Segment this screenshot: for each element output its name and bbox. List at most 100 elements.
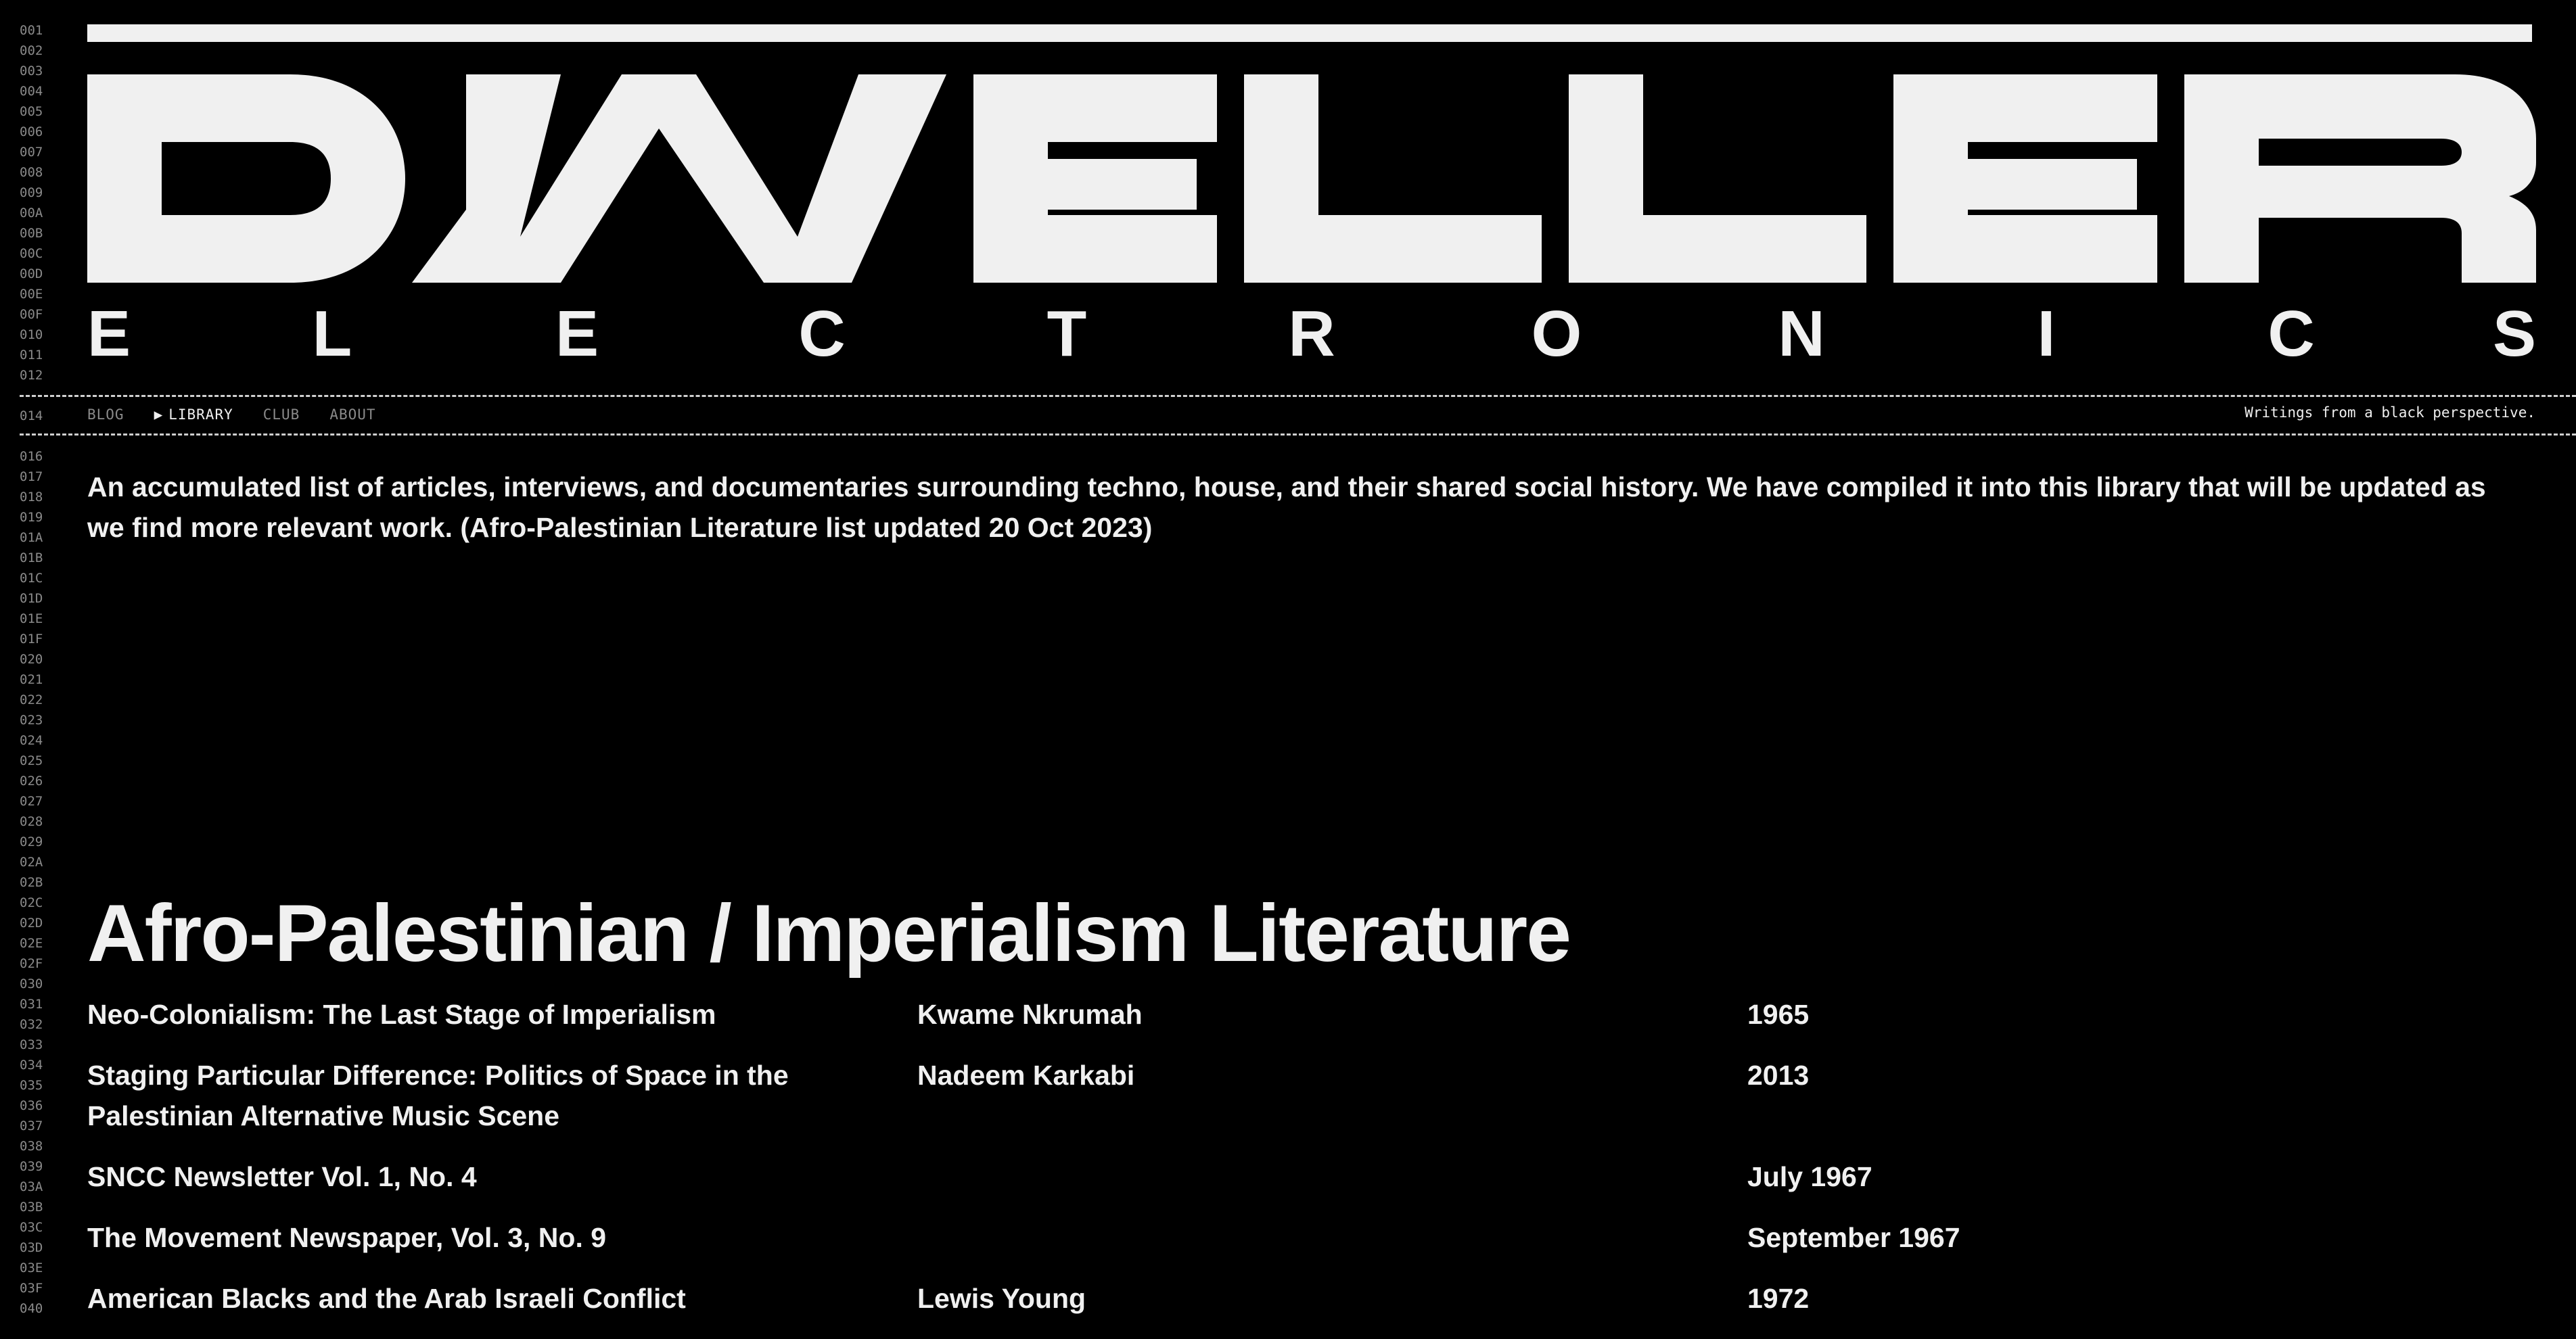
entry-title[interactable]: Staging Particular Difference: Politics … — [87, 1055, 917, 1136]
main-nav: BLOG ▶ LIBRARY CLUB ABOUT — [87, 403, 376, 426]
library-row[interactable]: Staging Particular Difference: Politics … — [87, 1055, 2523, 1136]
line-number: 032 — [20, 1017, 43, 1032]
library-row[interactable]: American Blacks and the Arab Israeli Con… — [87, 1278, 2523, 1319]
library-intro-text: An accumulated list of articles, intervi… — [87, 471, 2486, 543]
line-number: 00B — [20, 226, 43, 241]
logo-letter: C — [2268, 303, 2314, 357]
library-table: Neo-Colonialism: The Last Stage of Imper… — [87, 994, 2523, 1339]
line-number: 014 — [20, 408, 43, 423]
line-number: 01B — [20, 550, 43, 565]
nav-divider-top — [20, 395, 2576, 397]
entry-author: Kwame Nkrumah — [917, 999, 1143, 1030]
entry-date: 1965 — [1747, 999, 1810, 1030]
entry-title[interactable]: SNCC Newsletter Vol. 1, No. 4 — [87, 1156, 917, 1197]
line-number: 03F — [20, 1281, 43, 1296]
line-number: 01F — [20, 632, 43, 647]
logo-letter: R — [1288, 303, 1335, 357]
line-number: 022 — [20, 692, 43, 707]
line-number: 02E — [20, 936, 43, 951]
entry-author — [917, 1156, 1747, 1197]
logo-letter: I — [2038, 303, 2056, 357]
dweller-wordmark-logo — [87, 74, 2536, 283]
logo-letter: L — [313, 303, 352, 357]
line-number: 024 — [20, 733, 43, 748]
library-row[interactable]: SNCC Newsletter Vol. 1, No. 4 July 1967 — [87, 1156, 2523, 1197]
site-tagline: Writings from a black perspective. — [2245, 404, 2535, 421]
line-number: 00D — [20, 266, 43, 281]
line-number: 00F — [20, 307, 43, 322]
line-number: 019 — [20, 510, 43, 525]
line-number: 03C — [20, 1220, 43, 1235]
line-number: 03A — [20, 1179, 43, 1194]
line-number: 02B — [20, 875, 43, 890]
line-number: 01C — [20, 571, 43, 586]
line-number: 006 — [20, 124, 43, 139]
line-number: 025 — [20, 753, 43, 768]
line-number: 038 — [20, 1139, 43, 1154]
nav-about[interactable]: ABOUT — [329, 406, 375, 423]
line-number: 028 — [20, 814, 43, 829]
line-number: 033 — [20, 1037, 43, 1052]
entry-author: Lewis Young — [917, 1283, 1086, 1314]
active-marker-icon: ▶ — [154, 406, 164, 423]
entry-date: 2013 — [1747, 1060, 1810, 1091]
line-number: 03B — [20, 1200, 43, 1215]
line-number: 039 — [20, 1159, 43, 1174]
entry-date: July 1967 — [1747, 1161, 1872, 1192]
line-number: 01D — [20, 591, 43, 606]
line-number: 02C — [20, 895, 43, 910]
line-number: 034 — [20, 1058, 43, 1073]
nav-library[interactable]: ▶ LIBRARY — [154, 406, 233, 423]
logo-letter: E — [555, 303, 599, 357]
line-number: 035 — [20, 1078, 43, 1093]
line-number: 026 — [20, 774, 43, 789]
entry-title[interactable]: The Movement Newspaper, Vol. 3, No. 9 — [87, 1217, 917, 1258]
line-number: 008 — [20, 165, 43, 180]
line-number: 036 — [20, 1098, 43, 1113]
line-number: 030 — [20, 977, 43, 991]
section-title: Afro-Palestinian / Imperialism Literatur… — [87, 888, 1571, 979]
line-number: 00C — [20, 246, 43, 261]
nav-divider-bottom — [20, 433, 2576, 436]
line-number: 002 — [20, 43, 43, 58]
line-number: 031 — [20, 997, 43, 1012]
library-row[interactable]: The Movement Newspaper, Vol. 3, No. 9 Se… — [87, 1217, 2523, 1258]
entry-author: Nadeem Karkabi — [917, 1060, 1135, 1091]
line-number: 02D — [20, 916, 43, 931]
line-number: 02A — [20, 855, 43, 870]
logo-letter: O — [1532, 303, 1582, 357]
line-number: 018 — [20, 490, 43, 504]
library-row[interactable]: Neo-Colonialism: The Last Stage of Imper… — [87, 994, 2523, 1035]
line-number — [20, 426, 80, 446]
entry-title[interactable]: Neo-Colonialism: The Last Stage of Imper… — [87, 994, 917, 1035]
entry-date: 1972 — [1747, 1283, 1810, 1314]
line-number: 027 — [20, 794, 43, 809]
line-number: 00E — [20, 287, 43, 302]
nav-library-label: LIBRARY — [168, 406, 233, 423]
line-number: 021 — [20, 672, 43, 687]
logo-letter: T — [1047, 303, 1087, 357]
logo-letter: E — [87, 303, 131, 357]
line-number: 003 — [20, 64, 43, 78]
line-number: 005 — [20, 104, 43, 119]
logo-letter: C — [798, 303, 845, 357]
line-number: 040 — [20, 1301, 43, 1316]
electronics-subtitle-logo: ELECTRONICS — [87, 303, 2536, 357]
line-number: 010 — [20, 327, 43, 342]
line-number-gutter: 001 002 003 004 005 006 007 008 009 00A 00B 00C 00D 0… — [20, 20, 80, 1319]
line-number: 037 — [20, 1119, 43, 1133]
line-number: 004 — [20, 84, 43, 99]
nav-blog[interactable]: BLOG — [87, 406, 124, 423]
nav-club[interactable]: CLUB — [263, 406, 300, 423]
line-number: 01E — [20, 611, 43, 626]
line-number: 029 — [20, 835, 43, 849]
line-number: 020 — [20, 652, 43, 667]
line-number: 03E — [20, 1261, 43, 1275]
line-number: 00A — [20, 206, 43, 220]
line-number: 01A — [20, 530, 43, 545]
entry-author — [917, 1217, 1747, 1258]
entry-title[interactable]: American Blacks and the Arab Israeli Con… — [87, 1278, 917, 1319]
line-number: 02F — [20, 956, 43, 971]
logo-letter: N — [1778, 303, 1824, 357]
line-number: 009 — [20, 185, 43, 200]
